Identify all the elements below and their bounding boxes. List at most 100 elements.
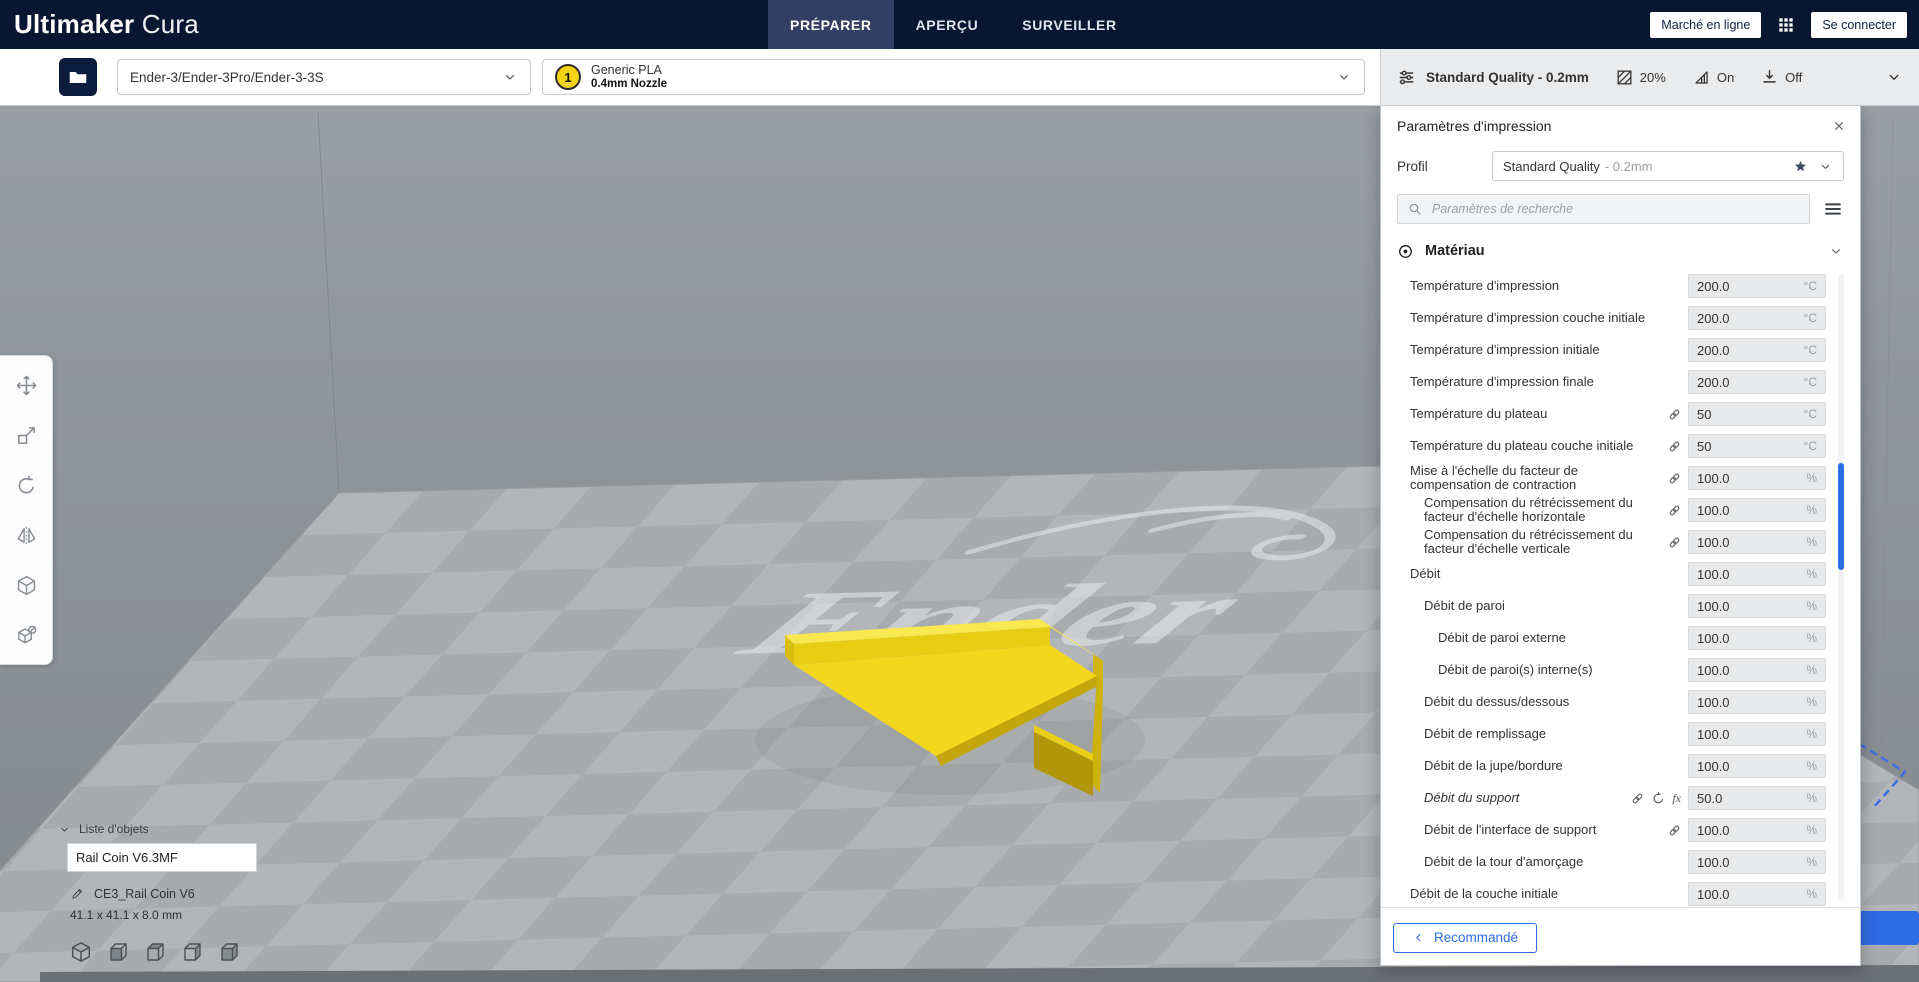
- setting-value-field[interactable]: 200.0 °C: [1688, 274, 1826, 298]
- topbar: Ultimaker Cura PRÉPARER APERÇU SURVEILLE…: [0, 0, 1919, 49]
- settings-search-input[interactable]: [1430, 201, 1800, 217]
- per-model-settings-button[interactable]: [0, 560, 52, 610]
- view-3d-button[interactable]: [68, 940, 94, 966]
- scale-tool-button[interactable]: [0, 410, 52, 460]
- setting-row[interactable]: Débit du support fx 50.0%: [1381, 782, 1860, 814]
- mirror-icon: [15, 524, 38, 547]
- support-summary: On: [1692, 68, 1734, 87]
- setting-row[interactable]: Mise à l'échelle du facteur de compensat…: [1381, 462, 1860, 494]
- recommended-mode-button[interactable]: Recommandé: [1393, 922, 1538, 953]
- object-dimensions: 41.1 x 41.1 x 8.0 mm: [70, 908, 183, 922]
- setting-value-field[interactable]: 100.0%: [1688, 594, 1826, 618]
- chevron-down-icon: [502, 69, 518, 85]
- link-icon[interactable]: [1667, 823, 1682, 838]
- function-icon[interactable]: fx: [1672, 791, 1681, 806]
- setting-row[interactable]: Température du plateau 50 °C: [1381, 398, 1860, 430]
- setting-row[interactable]: Débit de paroi 100.0%: [1381, 590, 1860, 622]
- setting-row[interactable]: Débit de paroi externe 100.0%: [1381, 622, 1860, 654]
- view-front-button[interactable]: [105, 940, 131, 966]
- setting-value-field[interactable]: 100.0%: [1688, 690, 1826, 714]
- setting-row[interactable]: Débit de paroi(s) interne(s) 100.0%: [1381, 654, 1860, 686]
- setting-row[interactable]: Débit de la couche initiale 100.0%: [1381, 878, 1860, 907]
- settings-scrollbar[interactable]: [1838, 463, 1844, 570]
- link-icon[interactable]: [1667, 407, 1682, 422]
- support-blocker-button[interactable]: [0, 610, 52, 660]
- setting-row[interactable]: Température du plateau couche initiale 50…: [1381, 430, 1860, 462]
- printer-selector[interactable]: Ender-3/Ender-3Pro/Ender-3-3S: [117, 59, 531, 95]
- adhesion-icon: [1760, 68, 1779, 87]
- setting-row[interactable]: Débit 100.0%: [1381, 558, 1860, 590]
- chevron-down-icon: [1828, 243, 1844, 259]
- tab-preparer[interactable]: PRÉPARER: [768, 0, 894, 49]
- profile-dropdown[interactable]: Standard Quality - 0.2mm: [1492, 151, 1844, 181]
- setting-value-field[interactable]: 50 °C: [1688, 402, 1826, 426]
- marketplace-button[interactable]: Marché en ligne: [1650, 11, 1762, 38]
- settings-list: Température d'impression 200.0 °C Températ…: [1381, 270, 1860, 907]
- view-left-icon: [180, 940, 204, 964]
- infill-icon: [1615, 68, 1634, 87]
- panel-close-button[interactable]: [1826, 114, 1852, 140]
- setting-value-field[interactable]: 100.0%: [1688, 466, 1826, 490]
- pencil-icon: [70, 886, 85, 901]
- tab-surveiller[interactable]: SURVEILLER: [1000, 0, 1138, 49]
- setting-value-field[interactable]: 50 °C: [1688, 434, 1826, 458]
- setting-row[interactable]: Température d'impression finale 200.0 °C: [1381, 366, 1860, 398]
- setting-value-field[interactable]: 50.0%: [1688, 786, 1826, 810]
- view-right-button[interactable]: [216, 940, 242, 966]
- view-top-button[interactable]: [142, 940, 168, 966]
- settings-menu-icon[interactable]: [1822, 198, 1844, 220]
- chevron-down-icon: [1885, 68, 1903, 86]
- setting-value-field[interactable]: 100.0%: [1688, 530, 1826, 554]
- star-icon[interactable]: [1793, 159, 1808, 174]
- object-list-item[interactable]: CE3_Rail Coin V6: [70, 886, 195, 901]
- setting-row[interactable]: Débit du dessus/dessous 100.0%: [1381, 686, 1860, 718]
- link-icon[interactable]: [1667, 439, 1682, 454]
- object-name-input[interactable]: [67, 843, 257, 872]
- material-selector[interactable]: 1 Generic PLA 0.4mm Nozzle: [542, 59, 1365, 95]
- setting-value-field[interactable]: 100.0%: [1688, 850, 1826, 874]
- setting-value-field[interactable]: 200.0 °C: [1688, 370, 1826, 394]
- rotate-tool-button[interactable]: [0, 460, 52, 510]
- setting-value-field[interactable]: 100.0%: [1688, 882, 1826, 906]
- category-material[interactable]: Matériau: [1381, 232, 1860, 270]
- setting-row[interactable]: Débit de la jupe/bordure 100.0%: [1381, 750, 1860, 782]
- setting-value-field[interactable]: 200.0 °C: [1688, 338, 1826, 362]
- object-list-header[interactable]: Liste d'objets: [58, 822, 149, 836]
- link-icon[interactable]: [1667, 535, 1682, 550]
- setting-row[interactable]: Débit de remplissage 100.0%: [1381, 718, 1860, 750]
- setting-value-field[interactable]: 100.0%: [1688, 754, 1826, 778]
- setting-value-field[interactable]: 100.0%: [1688, 722, 1826, 746]
- setting-value-field[interactable]: 100.0%: [1688, 658, 1826, 682]
- adhesion-summary: Off: [1760, 68, 1802, 87]
- settings-search-box[interactable]: [1397, 194, 1810, 224]
- view-left-button[interactable]: [179, 940, 205, 966]
- setting-row[interactable]: Compensation du rétrécissement du facteu…: [1381, 526, 1860, 558]
- sign-in-button[interactable]: Se connecter: [1811, 11, 1907, 38]
- support-blocker-icon: [15, 624, 38, 647]
- apps-grid-icon[interactable]: [1776, 15, 1796, 35]
- setting-value-field[interactable]: 100.0%: [1688, 818, 1826, 842]
- setting-row[interactable]: Température d'impression couche initiale…: [1381, 302, 1860, 334]
- link-icon[interactable]: [1630, 791, 1645, 806]
- setting-row[interactable]: Compensation du rétrécissement du facteu…: [1381, 494, 1860, 526]
- print-settings-summary[interactable]: Standard Quality - 0.2mm 20% On Off: [1380, 49, 1919, 105]
- setting-row[interactable]: Débit de l'interface de support 100.0%: [1381, 814, 1860, 846]
- setting-value-field[interactable]: 200.0 °C: [1688, 306, 1826, 330]
- panel-header: Paramètres d'impression: [1381, 106, 1860, 146]
- print-settings-panel: Paramètres d'impression Profil Standard …: [1380, 105, 1861, 966]
- support-icon: [1692, 68, 1711, 87]
- move-tool-button[interactable]: [0, 360, 52, 410]
- setting-row[interactable]: Température d'impression initiale 200.0 °C: [1381, 334, 1860, 366]
- link-icon[interactable]: [1667, 471, 1682, 486]
- setting-value-field[interactable]: 100.0%: [1688, 498, 1826, 522]
- setting-value-field[interactable]: 100.0%: [1688, 626, 1826, 650]
- tab-apercu[interactable]: APERÇU: [894, 0, 1001, 49]
- link-icon[interactable]: [1667, 503, 1682, 518]
- revert-icon[interactable]: [1651, 791, 1666, 806]
- setting-row[interactable]: Débit de la tour d'amorçage 100.0%: [1381, 846, 1860, 878]
- settings-scrollbar-track: [1838, 274, 1844, 900]
- mirror-tool-button[interactable]: [0, 510, 52, 560]
- setting-value-field[interactable]: 100.0%: [1688, 562, 1826, 586]
- setting-row[interactable]: Température d'impression 200.0 °C: [1381, 270, 1860, 302]
- open-file-button[interactable]: [59, 58, 97, 96]
